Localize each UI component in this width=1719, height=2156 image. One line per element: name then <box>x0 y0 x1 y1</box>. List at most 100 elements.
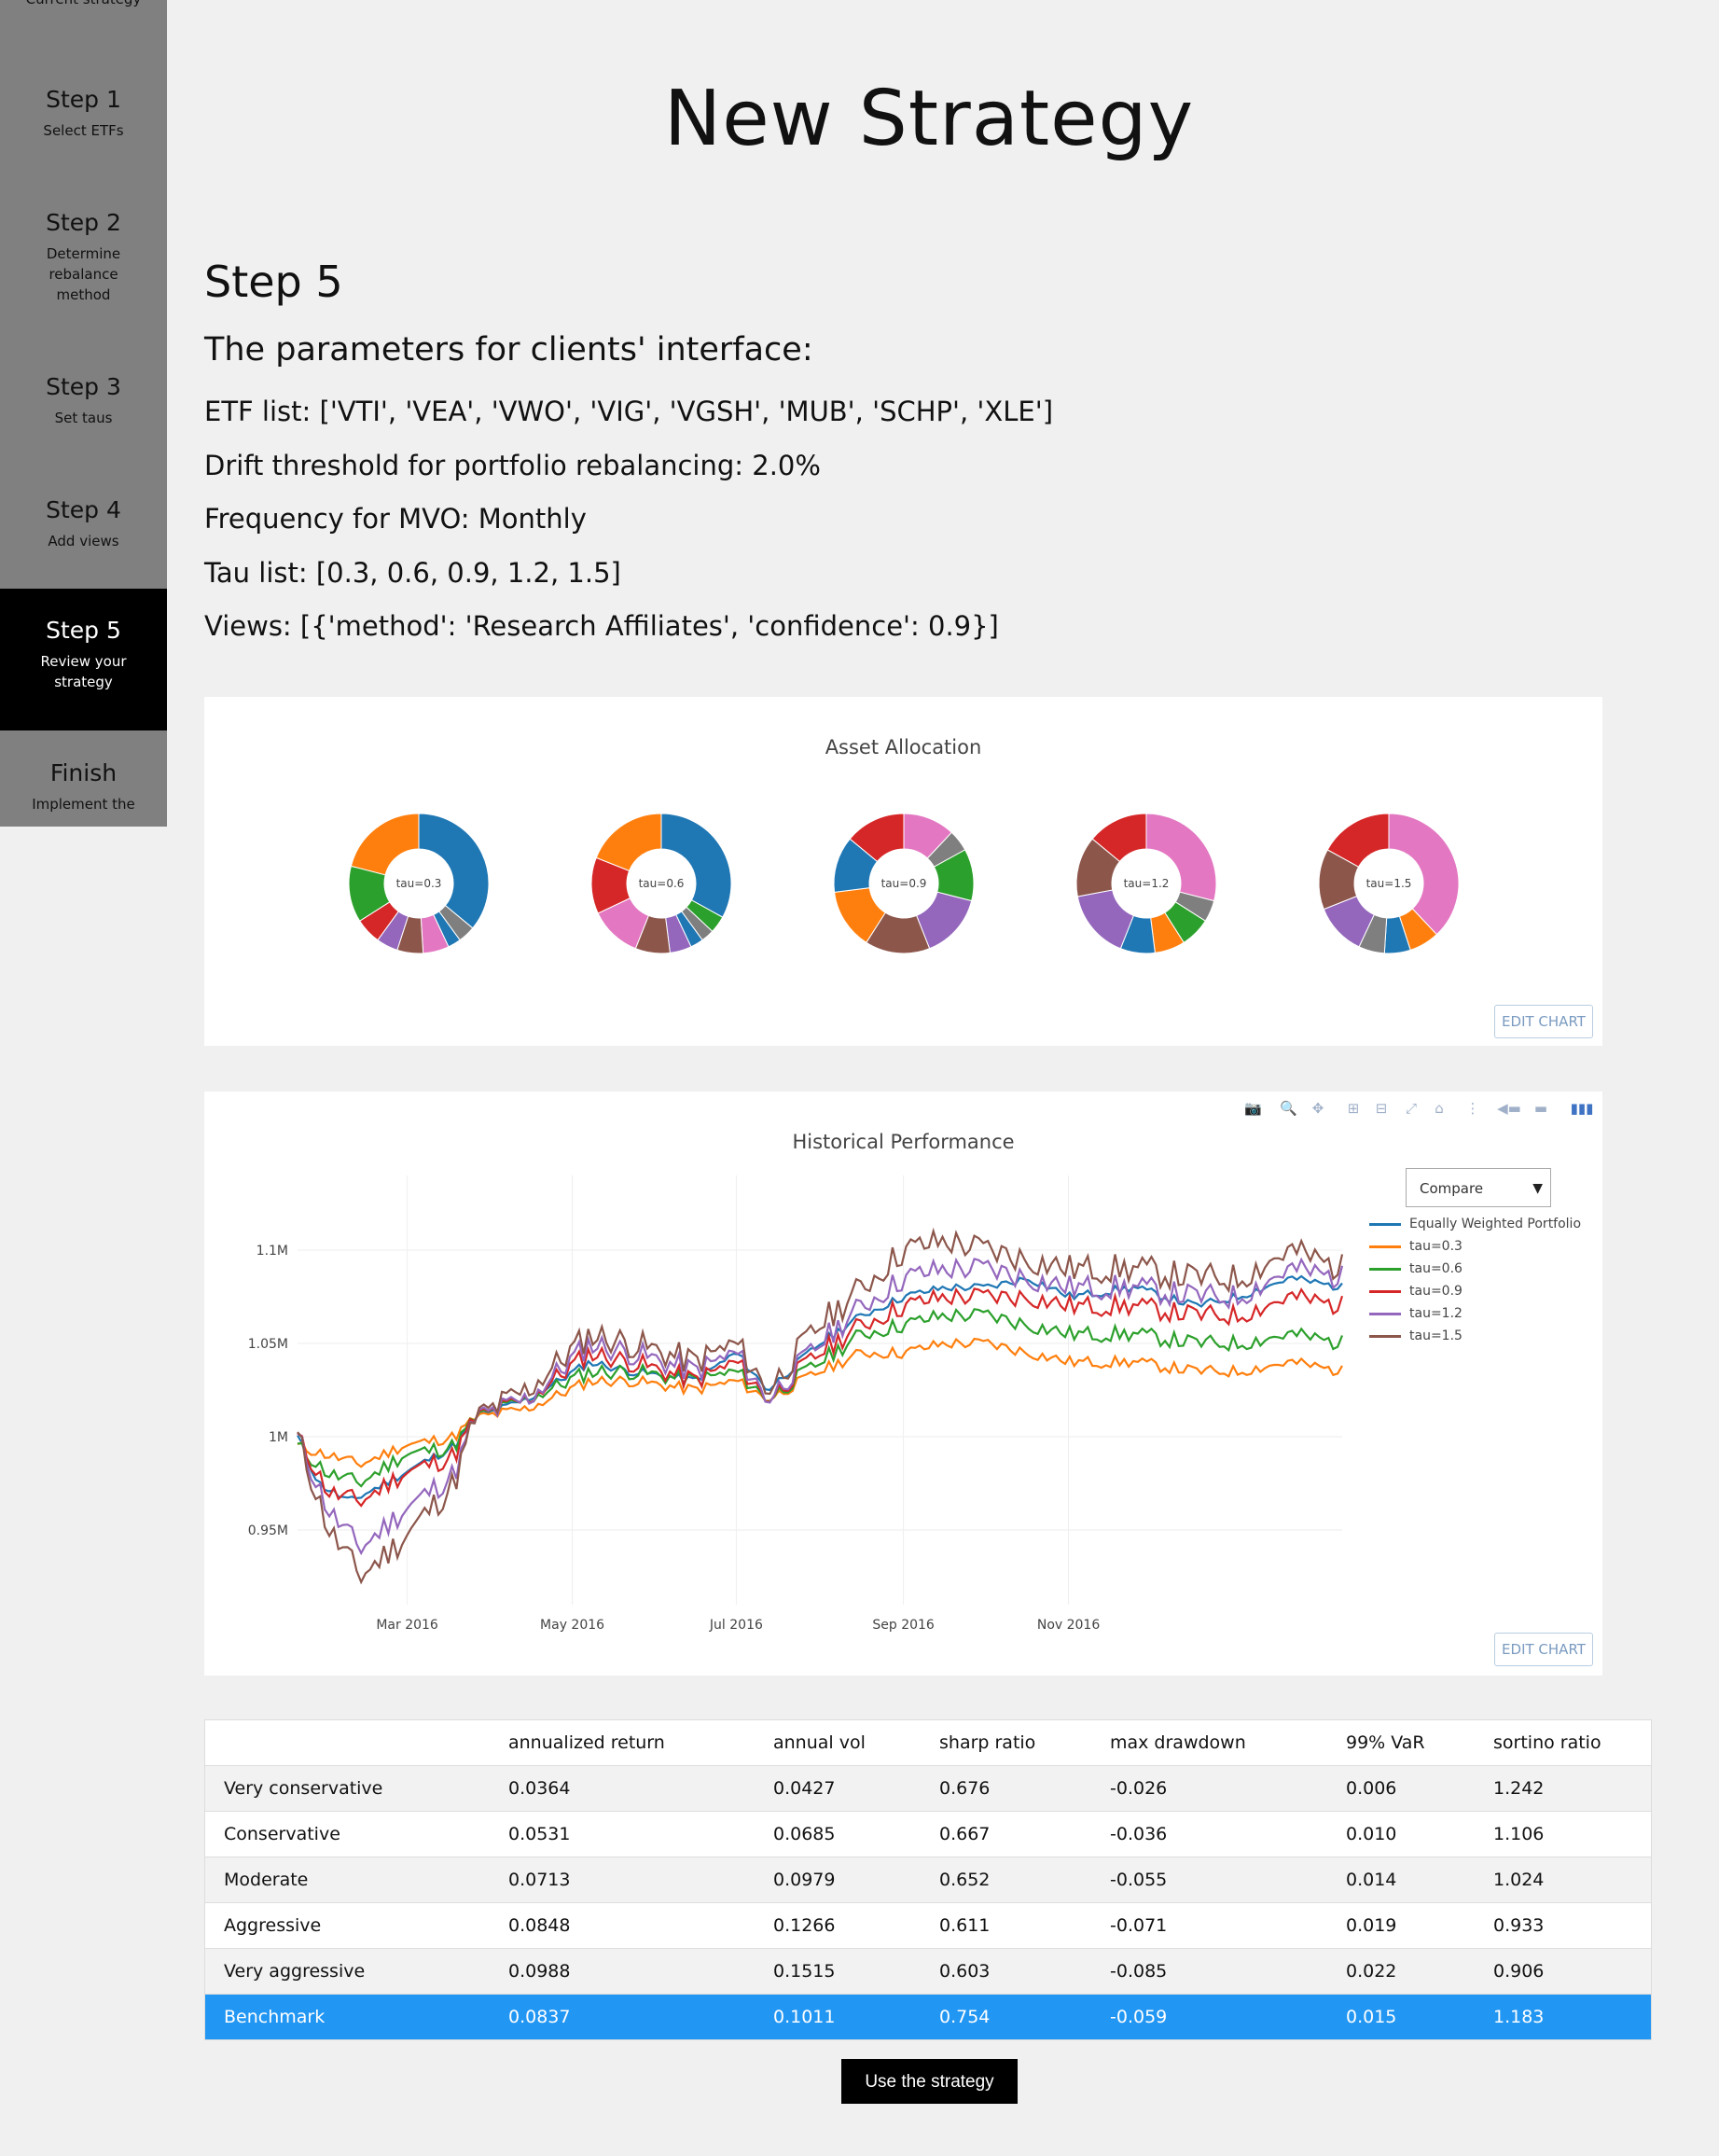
table-cell: -0.026 <box>1091 1765 1327 1812</box>
edit-chart-button[interactable]: EDIT CHART <box>1494 1005 1593 1038</box>
table-cell: 0.754 <box>921 1994 1091 2040</box>
pie-slice[interactable] <box>660 813 732 918</box>
column-header: annual vol <box>755 1719 921 1766</box>
table-cell: 0.0531 <box>490 1811 755 1857</box>
legend-label: Equally Weighted Portfolio <box>1409 1217 1582 1231</box>
sidebar-item-finish[interactable]: Finish Implement the <box>0 750 167 827</box>
sidebar-item-step-3[interactable]: Step 3 Set taus <box>0 368 167 487</box>
donut-tau=0.3[interactable]: tau=0.3 <box>348 813 490 954</box>
strategy-metrics-table: annualized return annual vol sharp ratio… <box>204 1719 1652 2040</box>
table-cell: 0.611 <box>921 1902 1091 1949</box>
legend-swatch <box>1369 1223 1401 1226</box>
table-row[interactable]: Very conservative 0.0364 0.0427 0.676 -0.026… <box>204 1765 1652 1812</box>
table-cell: 0.010 <box>1327 1811 1475 1857</box>
step-title: Finish <box>49 759 118 786</box>
y-tick-label: 0.95M <box>248 1523 288 1538</box>
y-tick-label: 1.1M <box>256 1244 288 1259</box>
x-tick-label: Sep 2016 <box>872 1618 935 1633</box>
x-tick-label: Mar 2016 <box>376 1618 438 1633</box>
series-line-tau=1.5[interactable] <box>297 1227 1344 1585</box>
step-title: Step 3 <box>46 373 121 400</box>
legend-label: tau=0.3 <box>1409 1239 1463 1254</box>
donut-tau=1.2[interactable]: tau=1.2 <box>1075 813 1217 954</box>
legend-label: tau=1.2 <box>1409 1306 1463 1321</box>
donut-center-label: tau=0.3 <box>396 877 442 890</box>
compare-dropdown[interactable]: Compare ▼ <box>1406 1168 1551 1207</box>
table-cell: -0.071 <box>1091 1902 1327 1949</box>
table-cell: 0.0848 <box>490 1902 755 1949</box>
sidebar-nav: Current strategy Step 1 Select ETFs Step… <box>0 0 167 827</box>
series-line-tau=0.3[interactable] <box>297 1337 1343 1468</box>
step-desc: Implement the <box>32 796 135 813</box>
use-strategy-button[interactable]: Use the strategy <box>841 2059 1018 2104</box>
main-content: New Strategy Step 5 The parameters for c… <box>167 0 1691 2143</box>
donut-charts: tau=0.3 tau=0.6 tau=0.9 tau=1.2 tau=1.5 <box>348 813 1460 954</box>
table-row[interactable]: Conservative 0.0531 0.0685 0.667 -0.036 0.010… <box>204 1811 1652 1857</box>
edit-chart-button[interactable]: EDIT CHART <box>1494 1633 1593 1666</box>
column-header: sharp ratio <box>921 1719 1091 1766</box>
table-cell: 0.014 <box>1327 1857 1475 1903</box>
table-cell: -0.059 <box>1091 1994 1327 2040</box>
table-cell: -0.055 <box>1091 1857 1327 1903</box>
table-cell: 0.603 <box>921 1948 1091 1995</box>
table-cell: -0.036 <box>1091 1811 1327 1857</box>
donut-center-label: tau=1.2 <box>1124 877 1170 890</box>
series-line-tau=0.6[interactable] <box>297 1307 1344 1488</box>
table-cell: 0.676 <box>921 1765 1091 1812</box>
step-title: Step 4 <box>46 496 121 523</box>
table-cell: 1.024 <box>1475 1857 1652 1903</box>
donut-center-label: tau=0.9 <box>881 877 927 890</box>
pie-slice[interactable] <box>350 813 420 876</box>
table-cell: Moderate <box>204 1857 490 1903</box>
table-cell: 0.0427 <box>755 1765 921 1812</box>
table-cell: 0.0979 <box>755 1857 921 1903</box>
sidebar-item-step-1[interactable]: Step 1 Select ETFs <box>0 80 167 202</box>
step-desc: Review your strategy <box>40 653 127 690</box>
table-row[interactable]: Very aggressive 0.0988 0.1515 0.603 -0.085 0.… <box>204 1948 1652 1995</box>
sidebar-item-step-5[interactable]: Step 5 Review your strategy <box>0 589 167 730</box>
sidebar-item-current-strategy[interactable]: Current strategy <box>0 0 167 9</box>
donut-tau=1.5[interactable]: tau=1.5 <box>1318 813 1460 954</box>
sidebar-item-step-2[interactable]: Step 2 Determine rebalance method <box>0 203 167 362</box>
table-cell: 0.0837 <box>490 1994 755 2040</box>
legend-swatch <box>1369 1335 1401 1338</box>
donut-tau=0.9[interactable]: tau=0.9 <box>833 813 975 954</box>
table-row[interactable]: Benchmark 0.0837 0.1011 0.754 -0.059 0.015 1.1… <box>204 1994 1652 2040</box>
table-cell: Very aggressive <box>204 1948 490 1995</box>
param-tau-list: Tau list: [0.3, 0.6, 0.9, 1.2, 1.5] <box>204 557 621 589</box>
legend-swatch <box>1369 1313 1401 1315</box>
legend-label: tau=0.6 <box>1409 1261 1463 1276</box>
x-tick-label: Nov 2016 <box>1037 1618 1100 1633</box>
step-desc: Set taus <box>54 410 113 426</box>
donut-center-label: tau=0.6 <box>639 877 685 890</box>
table-cell: 0.0685 <box>755 1811 921 1857</box>
legend-swatch <box>1369 1290 1401 1293</box>
pie-slice[interactable] <box>418 813 490 929</box>
table-cell: Aggressive <box>204 1902 490 1949</box>
step-title: Step 2 <box>46 209 121 236</box>
table-row[interactable]: Moderate 0.0713 0.0979 0.652 -0.055 0.014 1.02… <box>204 1857 1652 1903</box>
table-cell: 0.933 <box>1475 1902 1652 1949</box>
table-row[interactable]: Aggressive 0.0848 0.1266 0.611 -0.071 0.019 0.… <box>204 1902 1652 1949</box>
table-cell: Very conservative <box>204 1765 490 1812</box>
line-chart-plot[interactable]: 0.95M 1M 1.05M 1.1M Mar 2016 May 2016 Jul 2016… <box>204 1092 1602 1676</box>
table-cell: Benchmark <box>204 1994 490 2040</box>
param-mvo-frequency: Frequency for MVO: Monthly <box>204 503 587 535</box>
donut-center-label: tau=1.5 <box>1366 877 1412 890</box>
table-cell: 0.022 <box>1327 1948 1475 1995</box>
donut-tau=0.6[interactable]: tau=0.6 <box>590 813 732 954</box>
table-cell: 1.183 <box>1475 1994 1652 2040</box>
step-heading: Step 5 <box>204 257 343 307</box>
legend-label: tau=1.5 <box>1409 1328 1463 1343</box>
historical-performance-chart: 📷 🔍 ✥ ⊞ ⊟ ⤢ ⌂ ⋮ ◀▬ ▬ ▮▮▮ Historical Perf… <box>204 1092 1602 1676</box>
chevron-down-icon: ▼ <box>1532 1181 1543 1196</box>
table-cell: 0.667 <box>921 1811 1091 1857</box>
table-cell: 0.1266 <box>755 1902 921 1949</box>
table-cell: 0.1515 <box>755 1948 921 1995</box>
x-tick-label: Jul 2016 <box>709 1618 763 1633</box>
column-header: sortino ratio <box>1475 1719 1652 1766</box>
table-cell: Conservative <box>204 1811 490 1857</box>
y-tick-label: 1M <box>269 1430 288 1445</box>
page-title: New Strategy <box>663 75 1195 163</box>
column-header: annualized return <box>490 1719 755 1766</box>
